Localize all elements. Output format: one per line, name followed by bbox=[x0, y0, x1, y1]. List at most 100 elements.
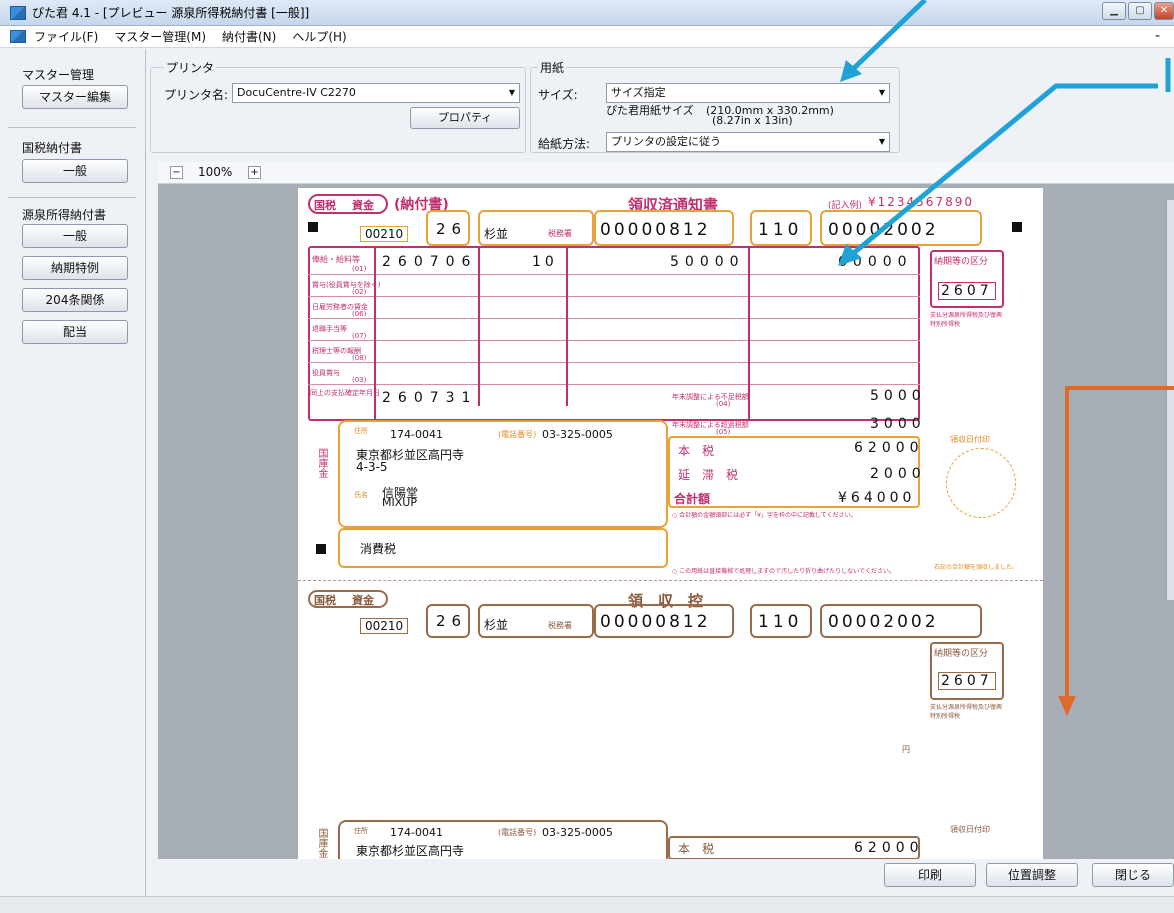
mdi-minimize[interactable]: - bbox=[1155, 28, 1160, 44]
entai-label: 延 滞 税 bbox=[678, 468, 739, 482]
scroll-panel[interactable] bbox=[1166, 200, 1174, 600]
kubun-note: 支払分源泉所得税及び復興特別所得税 bbox=[930, 312, 1003, 328]
entai-amount: 2000 bbox=[870, 466, 926, 482]
stub-honzei-amount: 62000 bbox=[854, 840, 924, 856]
name-label: 氏名 bbox=[354, 491, 368, 499]
printer-select[interactable]: DocuCentre-IV C2270 ▼ bbox=[232, 83, 520, 103]
row-code: (02) bbox=[352, 288, 367, 296]
total-label: 合計額 bbox=[674, 492, 711, 506]
withholding-general-button[interactable]: 一般 bbox=[22, 224, 128, 248]
stub-header-kind: 資金 bbox=[352, 594, 374, 607]
pay-date-label: 同上の支払確定年月日 bbox=[310, 389, 380, 397]
registration-mark bbox=[308, 222, 318, 232]
office-code: 00210 bbox=[360, 226, 409, 242]
menu-bar: ファイル(F) マスター管理(M) 納付書(N) ヘルプ(H) - bbox=[0, 26, 1174, 48]
stub-phone: 03-325-0005 bbox=[542, 826, 613, 839]
grid-line bbox=[308, 340, 920, 362]
menu-form[interactable]: 納付書(N) bbox=[222, 28, 276, 45]
window-title: ぴた君 4.1 - [プレビュー 源泉所得税納付書 [一般]] bbox=[32, 6, 310, 20]
paper-size-select[interactable]: サイズ指定 ▼ bbox=[606, 83, 890, 103]
stub-phone-label: (電話番号) bbox=[498, 828, 537, 837]
row-code: (01) bbox=[352, 265, 367, 273]
grid-line bbox=[308, 318, 920, 340]
document-icon bbox=[10, 30, 26, 43]
address-line2: 4-3-5 bbox=[356, 460, 388, 474]
minimize-icon[interactable]: ▁ bbox=[1102, 2, 1126, 20]
tax-office-suffix: 税務署 bbox=[548, 229, 572, 238]
grid-line bbox=[308, 362, 920, 384]
adj-over-amount: 3000 bbox=[870, 416, 926, 432]
withholding-dividend-button[interactable]: 配当 bbox=[22, 320, 128, 344]
stub-receipt-stamp-label: 領収日付印 bbox=[950, 825, 990, 834]
withholding-group-title: 源泉所得納付書 bbox=[22, 208, 107, 222]
paper-feed-label: 給紙方法: bbox=[538, 137, 591, 151]
paper-legend: 用紙 bbox=[538, 59, 567, 76]
tear-line bbox=[298, 580, 1043, 581]
left-panel: マスター管理 マスター編集 国税納付書 一般 源泉所得納付書 一般 納期特例 2… bbox=[0, 49, 146, 896]
row-date: 260706 bbox=[382, 254, 478, 270]
adj-short-amount: 5000 bbox=[870, 388, 926, 404]
chevron-down-icon: ▼ bbox=[878, 88, 885, 97]
receipt-stamp-circle bbox=[946, 448, 1016, 518]
zoom-bar: − 100% + bbox=[158, 162, 1174, 184]
paper-size-value: サイズ指定 bbox=[611, 86, 666, 99]
stub-year: 26 bbox=[436, 612, 468, 630]
preview-area[interactable]: 国税 資金 (納付書) 領収済通知書 (記入例) ¥1234567890 002… bbox=[158, 184, 1174, 859]
zoom-out-button[interactable]: − bbox=[170, 166, 183, 179]
total-note: ○ 合計額の金額頭部には必ず「¥」字を枠の中に記載してください。 bbox=[672, 512, 857, 519]
biko-text: 消費税 bbox=[360, 542, 397, 556]
row-label: 役員賞与 bbox=[312, 369, 340, 377]
grid-divider bbox=[566, 246, 568, 406]
total-amount: ¥64000 bbox=[838, 490, 916, 506]
kokko-label: 国庫金 bbox=[316, 448, 327, 478]
form-header-kind: 資金 bbox=[352, 199, 374, 212]
adj-short-code: (04) bbox=[716, 400, 731, 408]
menu-help[interactable]: ヘルプ(H) bbox=[292, 28, 346, 45]
withholding-204-button[interactable]: 204条関係 bbox=[22, 288, 128, 312]
paper-feed-select[interactable]: プリンタの設定に従う ▼ bbox=[606, 132, 890, 152]
grid-line bbox=[308, 296, 920, 318]
master-edit-button[interactable]: マスター編集 bbox=[22, 85, 128, 109]
paper-size-label: サイズ: bbox=[538, 88, 578, 102]
separator bbox=[8, 127, 136, 128]
position-adjust-button[interactable]: 位置調整 bbox=[986, 863, 1078, 887]
stub-honzei-label: 本 税 bbox=[678, 842, 715, 856]
year-value: 26 bbox=[436, 220, 468, 238]
national-general-button[interactable]: 一般 bbox=[22, 159, 128, 183]
zoom-level: 100% bbox=[198, 165, 233, 179]
row-label: 退職手当等 bbox=[312, 325, 347, 333]
master-group-title: マスター管理 bbox=[22, 68, 95, 82]
row-code: (08) bbox=[352, 354, 367, 362]
kamoku-code: 110 bbox=[758, 220, 803, 240]
printer-legend: プリンタ bbox=[164, 59, 217, 76]
registration-mark bbox=[316, 544, 326, 554]
row-amount: 50000 bbox=[670, 254, 745, 270]
properties-button[interactable]: プロパティ bbox=[410, 107, 520, 129]
form-example-digits: ¥1234567890 bbox=[868, 195, 974, 209]
zoom-in-button[interactable]: + bbox=[248, 166, 261, 179]
close-window-icon[interactable]: ✕ bbox=[1154, 2, 1174, 20]
separator bbox=[8, 197, 136, 198]
printer-name-label: プリンタ名: bbox=[164, 88, 229, 102]
stub-address-line1: 東京都杉並区高円寺 bbox=[356, 844, 465, 858]
row-label: 賞与(役員賞与を除く) bbox=[312, 281, 381, 289]
fold-note: ○ この用紙は直接機械で処理しますので汚したり折り曲げたりしないでください。 bbox=[672, 568, 895, 575]
stub-tax-office-suffix: 税務署 bbox=[548, 621, 572, 630]
adj-over-label: 年末調整による超過税額 bbox=[672, 421, 749, 429]
withholding-special-button[interactable]: 納期特例 bbox=[22, 256, 128, 280]
close-button[interactable]: 閉じる bbox=[1092, 863, 1174, 887]
stub-office-code: 00210 bbox=[360, 618, 409, 634]
row-code: (03) bbox=[352, 376, 367, 384]
menu-file[interactable]: ファイル(F) bbox=[34, 28, 98, 45]
stub-seiri: 00000812 bbox=[600, 612, 711, 632]
receipt-confirm: 右記の合計額を領収しました。 bbox=[934, 564, 1019, 571]
stub-kokko-label: 国庫金 bbox=[316, 828, 327, 858]
form-header-left: 国税 bbox=[314, 199, 336, 212]
paper-size-desc: ぴた君用紙サイズ bbox=[606, 104, 694, 117]
phone-number: 03-325-0005 bbox=[542, 428, 613, 441]
print-button[interactable]: 印刷 bbox=[884, 863, 976, 887]
maximize-icon[interactable]: ▢ bbox=[1128, 2, 1152, 20]
menu-master[interactable]: マスター管理(M) bbox=[114, 28, 206, 45]
form-paper: 国税 資金 (納付書) 領収済通知書 (記入例) ¥1234567890 002… bbox=[298, 188, 1043, 859]
phone-label: (電話番号) bbox=[498, 430, 537, 439]
